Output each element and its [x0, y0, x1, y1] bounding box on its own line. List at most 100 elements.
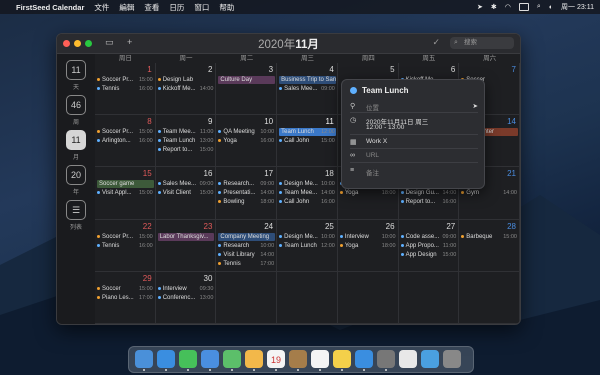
event-item[interactable]: Tennis 16:00 — [97, 85, 154, 93]
day-cell[interactable]: 16 Sales Mee... 09:00 Visit Client 15:00 — [155, 167, 217, 220]
event-item[interactable]: Piano Les... 17:00 — [97, 294, 154, 302]
event-item[interactable]: App Propo... 11:00 — [400, 242, 458, 250]
done-button[interactable]: ✓ — [432, 37, 440, 48]
location-field[interactable]: 位置 — [366, 102, 379, 112]
event-item[interactable]: Soccer game — [97, 180, 154, 189]
view-list[interactable]: ☰ 列表 — [64, 200, 88, 231]
event-item[interactable]: Tennis 16:00 — [97, 242, 154, 250]
day-cell[interactable]: 27 Code asse... 09:00 App Propo... 11:00 App … — [398, 219, 460, 272]
event-item[interactable]: App Design 15:00 — [400, 251, 458, 259]
safari-icon[interactable] — [157, 350, 175, 368]
event-item[interactable]: Sales Mee... 09:00 — [157, 180, 215, 188]
firstseed-calendar-icon[interactable] — [399, 350, 417, 368]
calendar-icon[interactable]: 19 — [267, 350, 285, 368]
day-cell[interactable]: 9 Team Mee... 11:00 Team Lunch 13:00 Report t… — [155, 115, 217, 168]
menu-window[interactable]: 窗口 — [194, 2, 209, 13]
wifi-icon[interactable]: ◠ — [505, 3, 511, 11]
day-cell[interactable]: 3 Culture Day — [216, 63, 278, 116]
event-item[interactable]: Visit Appl... 15:00 — [97, 189, 154, 197]
event-item[interactable]: Team Lunch 12:00 — [279, 242, 336, 250]
event-item[interactable]: Business Trip to San Francisco — [279, 76, 336, 84]
day-cell[interactable]: 11 Team Lunch 12:00 Call John 15:00 — [277, 115, 338, 168]
event-item[interactable]: Interview 10:00 — [339, 233, 397, 241]
event-item[interactable]: Report to... 15:00 — [157, 146, 215, 154]
day-cell[interactable]: 25 Design Me... 10:00 Team Lunch 12:00 — [277, 219, 338, 272]
appstore-icon[interactable] — [355, 350, 373, 368]
event-item[interactable]: Design Gu... 14:00 — [400, 189, 458, 197]
event-item[interactable]: Design Me... 10:00 — [279, 180, 336, 188]
view-week[interactable]: 46 周 — [64, 95, 88, 126]
day-cell[interactable]: 23 Labor Thanksgiv... — [155, 219, 217, 272]
event-item[interactable]: Culture Day — [218, 76, 276, 84]
event-item[interactable]: Tennis 17:00 — [218, 260, 275, 268]
day-cell[interactable]: 26 Interview 10:00 Yoga 18:00 — [337, 219, 399, 272]
finder-icon[interactable] — [135, 350, 153, 368]
event-item[interactable]: Gym 14:00 — [461, 189, 518, 197]
day-cell[interactable]: 8 Soccer Pr... 15:00 Arlington... 16:00 — [95, 115, 156, 168]
day-cell[interactable]: 18 Design Me... 10:00 Team Mee... 14:00 Call … — [277, 167, 338, 220]
day-cell[interactable]: 28 Barbeque 15:00 — [459, 219, 520, 272]
day-cell[interactable]: 15 Soccer game Visit Appl... 15:00 — [95, 167, 156, 220]
clock[interactable]: 周一 23:11 — [561, 2, 594, 12]
notes-icon[interactable] — [333, 350, 351, 368]
event-item[interactable]: Arlington... 16:00 — [97, 137, 154, 145]
app-menu[interactable]: FirstSeed Calendar — [16, 3, 84, 12]
day-cell[interactable]: 17 Research... 09:00 Presentati... 14:00 Bowl… — [216, 167, 278, 220]
search-icon[interactable]: ⌕ — [537, 3, 541, 11]
view-month[interactable]: 11 月 — [64, 130, 88, 161]
photos-icon[interactable] — [245, 350, 263, 368]
event-item[interactable]: Report to... 16:00 — [400, 198, 458, 206]
navigate-icon[interactable]: ➤ — [473, 102, 478, 110]
notes-field[interactable]: 备注 — [366, 167, 379, 177]
event-item[interactable]: Team Mee... 14:00 — [279, 189, 336, 197]
event-title[interactable]: Team Lunch — [362, 86, 409, 95]
mail-icon[interactable] — [201, 350, 219, 368]
bluetooth-icon[interactable]: ✱ — [491, 3, 497, 11]
day-cell[interactable]: 1 Soccer Pr... 15:00 Tennis 16:00 — [95, 63, 156, 116]
day-cell[interactable]: 10 QA Meeting 10:00 Yoga 16:00 — [216, 115, 278, 168]
system-prefs-icon[interactable] — [377, 350, 395, 368]
event-item[interactable]: QA Meeting 10:00 — [218, 128, 275, 136]
notes-brown-icon[interactable] — [289, 350, 307, 368]
menu-help[interactable]: 帮助 — [219, 2, 234, 13]
view-year[interactable]: 20 年 — [64, 165, 88, 196]
day-cell[interactable]: 30 Interview 09:30 Conferenc... 13:00 — [155, 271, 217, 324]
event-item[interactable]: Research 10:00 — [218, 242, 275, 250]
messages-icon[interactable] — [179, 350, 197, 368]
day-cell[interactable] — [277, 271, 338, 324]
event-item[interactable]: Conferenc... 13:00 — [157, 294, 215, 302]
battery-icon[interactable] — [518, 3, 529, 11]
folder-icon[interactable] — [421, 350, 439, 368]
day-cell[interactable]: 4 Business Trip to San Francisco Sales Mee… — [277, 63, 338, 116]
event-item[interactable]: Soccer Pr... 15:00 — [97, 128, 154, 136]
event-item[interactable]: Team Mee... 11:00 — [157, 128, 215, 136]
event-item[interactable]: Company Meeting — [218, 232, 276, 241]
event-item[interactable]: Visit Library 14:00 — [218, 251, 275, 259]
menu-file[interactable]: 文件 — [94, 2, 109, 13]
location-icon[interactable]: ➤ — [477, 3, 483, 11]
event-item[interactable]: Call John 15:00 — [279, 137, 336, 145]
event-item[interactable]: Call John 16:00 — [279, 198, 336, 206]
event-item[interactable]: Kickoff Me... 14:00 — [157, 85, 215, 93]
reminders-icon[interactable] — [311, 350, 329, 368]
url-field[interactable]: URL — [366, 152, 379, 159]
menu-calendar[interactable]: 日历 — [169, 2, 184, 13]
event-item[interactable]: Code asse... 09:00 — [400, 233, 458, 241]
event-item[interactable]: Bowling 18:00 — [218, 198, 275, 206]
event-item[interactable]: Soccer Pr... 15:00 — [97, 233, 154, 241]
view-day[interactable]: 11 天 — [64, 60, 88, 91]
event-item[interactable]: Yoga 18:00 — [339, 242, 397, 250]
event-item[interactable]: Visit Client 15:00 — [157, 189, 215, 197]
event-item[interactable]: Interview 09:30 — [157, 285, 215, 293]
event-item[interactable]: Yoga 16:00 — [218, 137, 275, 145]
day-cell[interactable] — [337, 271, 399, 324]
maps-icon[interactable] — [223, 350, 241, 368]
event-item[interactable]: Barbeque 15:00 — [461, 233, 518, 241]
search-input[interactable]: ⌕ 搜索 — [450, 37, 514, 49]
menu-view[interactable]: 查看 — [144, 2, 159, 13]
event-item[interactable]: Design Lab — [157, 76, 215, 84]
menu-edit[interactable]: 編輯 — [119, 2, 134, 13]
day-cell[interactable]: 29 Soccer 15:00 Piano Les... 17:00 — [95, 271, 156, 324]
event-item[interactable]: Labor Thanksgiv... — [157, 232, 215, 241]
day-cell[interactable] — [216, 271, 278, 324]
